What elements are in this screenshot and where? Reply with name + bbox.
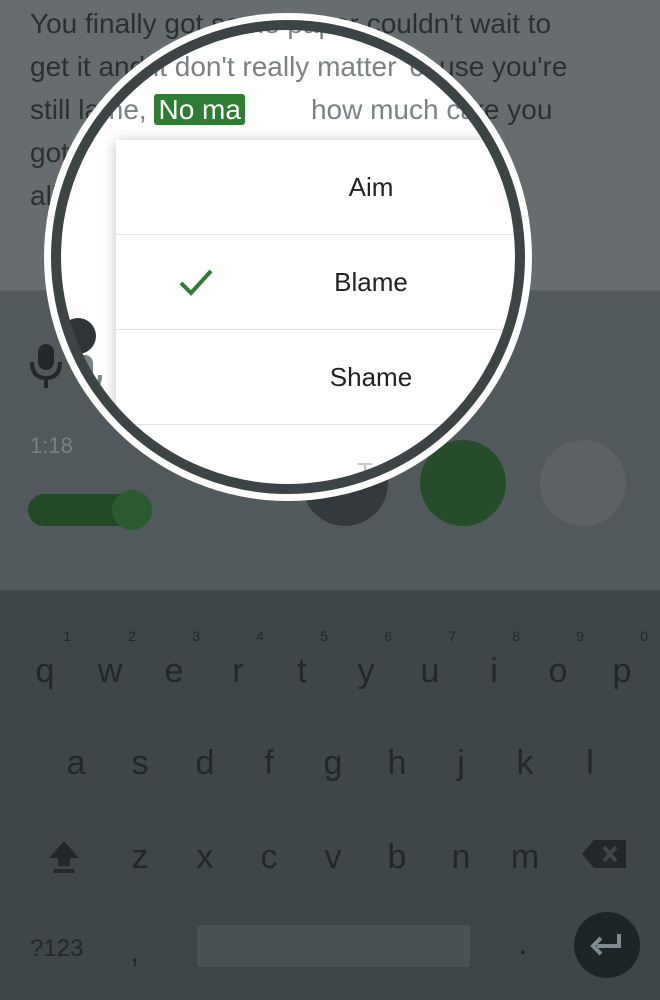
key-k[interactable]: k xyxy=(497,733,553,793)
key-s[interactable]: s xyxy=(112,733,168,793)
key-q[interactable]: q1 xyxy=(17,629,73,701)
symbols-key[interactable]: ?123 xyxy=(30,935,83,963)
key-x[interactable]: x xyxy=(177,827,233,887)
key-label: o xyxy=(548,652,568,690)
key-u[interactable]: u7 xyxy=(402,629,458,701)
recording-time: 1:18 xyxy=(30,433,73,458)
space-bar[interactable] xyxy=(197,925,470,967)
key-d[interactable]: d xyxy=(177,733,233,793)
key-hint: 9 xyxy=(576,628,584,644)
key-hint: 3 xyxy=(192,628,200,644)
key-label: y xyxy=(357,652,375,690)
key-label: r xyxy=(232,652,244,690)
enter-icon xyxy=(590,934,621,956)
key-label: w xyxy=(97,652,123,690)
shift-icon[interactable] xyxy=(46,838,82,874)
key-o[interactable]: o9 xyxy=(530,629,586,701)
key-label: e xyxy=(164,652,184,690)
key-hint: 0 xyxy=(640,628,648,644)
key-j[interactable]: j xyxy=(433,733,489,793)
key-hint: 8 xyxy=(512,628,520,644)
key-label: t xyxy=(297,652,307,690)
key-e[interactable]: e3 xyxy=(146,629,202,701)
key-g[interactable]: g xyxy=(305,733,361,793)
key-hint: 1 xyxy=(63,628,71,644)
key-label: i xyxy=(490,652,498,690)
key-t[interactable]: t5 xyxy=(274,629,330,701)
key-z[interactable]: z xyxy=(112,827,168,887)
key-hint: 7 xyxy=(448,628,456,644)
key-i[interactable]: i8 xyxy=(466,629,522,701)
record-button[interactable] xyxy=(540,440,626,526)
key-f[interactable]: f xyxy=(241,733,297,793)
key-v[interactable]: v xyxy=(305,827,361,887)
key-w[interactable]: w2 xyxy=(82,629,138,701)
key-r[interactable]: r4 xyxy=(210,629,266,701)
key-p[interactable]: p0 xyxy=(594,629,650,701)
key-l[interactable]: l xyxy=(562,733,618,793)
period-key[interactable]: . xyxy=(518,924,527,963)
key-label: q xyxy=(35,652,55,690)
key-a[interactable]: a xyxy=(48,733,104,793)
enter-key[interactable] xyxy=(574,912,640,978)
backspace-icon[interactable] xyxy=(580,838,628,870)
key-n[interactable]: n xyxy=(433,827,489,887)
key-hint: 6 xyxy=(384,628,392,644)
key-hint: 2 xyxy=(128,628,136,644)
key-hint: 4 xyxy=(256,628,264,644)
magnifier-ring xyxy=(51,20,525,494)
key-label: u xyxy=(420,652,440,690)
key-label: p xyxy=(612,652,632,690)
key-h[interactable]: h xyxy=(369,733,425,793)
key-b[interactable]: b xyxy=(369,827,425,887)
comma-key[interactable]: , xyxy=(130,932,139,971)
key-m[interactable]: m xyxy=(497,827,553,887)
key-hint: 5 xyxy=(320,628,328,644)
key-y[interactable]: y6 xyxy=(338,629,394,701)
slider-handle[interactable] xyxy=(112,490,152,530)
key-c[interactable]: c xyxy=(241,827,297,887)
microphone-icon[interactable] xyxy=(26,340,66,390)
